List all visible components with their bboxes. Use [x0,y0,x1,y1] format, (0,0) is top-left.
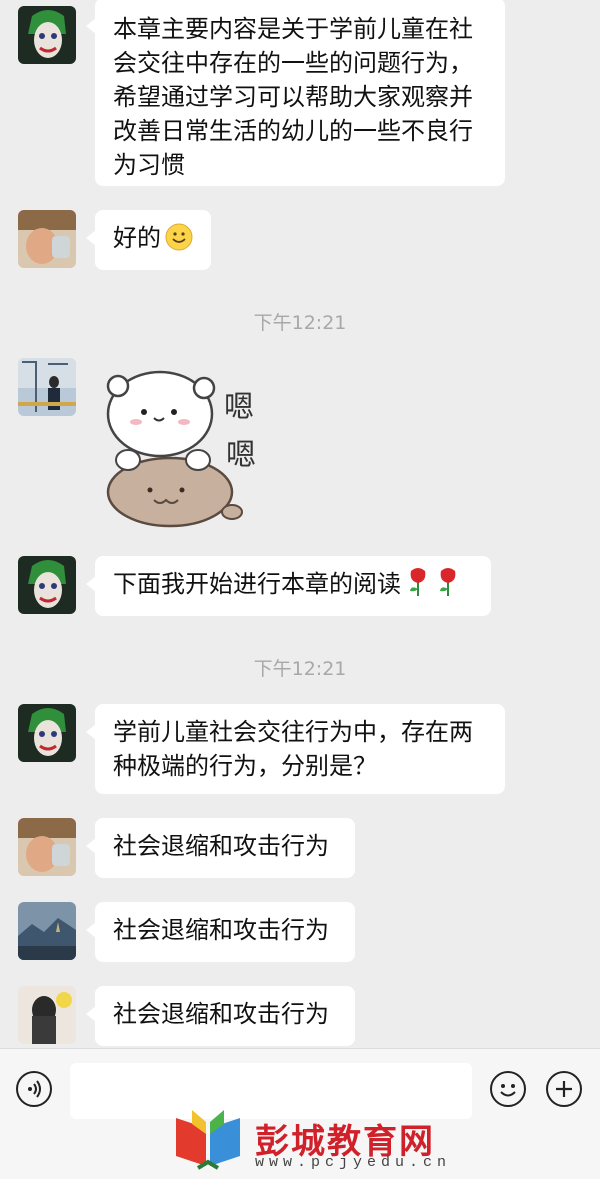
book-logo-icon [176,1110,240,1170]
sticker-text: 嗯 [224,390,254,425]
avatar[interactable] [18,704,76,762]
sticker[interactable]: 嗯 嗯 [100,360,270,532]
avatar[interactable] [18,902,76,960]
watermark-url: www.pcjyedu.cn [255,1154,452,1171]
message-text: 社会退缩和攻击行为 [113,916,329,944]
message-bubble[interactable]: 学前儿童社会交往行为中，存在两种极端的行为，分别是？ [86,704,505,794]
message-text: 本章主要内容是关于学前儿童在社会交往中存在的一些的问题行为，希望通过学习可以帮助… [113,15,473,179]
message-bubble[interactable]: 本章主要内容是关于学前儿童在社会交往中存在的一些的问题行为，希望通过学习可以帮助… [86,0,505,186]
message-bubble[interactable]: 社会退缩和攻击行为 [86,902,355,962]
avatar[interactable] [18,986,76,1044]
message-bubble[interactable]: 下面我开始进行本章的阅读 [86,556,491,616]
timestamp: 下午12:21 [253,312,347,334]
avatar[interactable] [18,818,76,876]
message-text: 好的 [113,224,161,252]
avatar[interactable] [18,556,76,614]
rose-emoji-icon [435,567,461,606]
timestamp: 下午12:21 [253,658,347,680]
message-text: 社会退缩和攻击行为 [113,1000,329,1028]
message-text: 社会退缩和攻击行为 [113,832,329,860]
avatar[interactable] [18,210,76,268]
avatar[interactable] [18,6,76,64]
message-text: 下面我开始进行本章的阅读 [113,570,401,598]
message-bubble[interactable]: 好的 [86,210,211,270]
smile-emoji-icon [165,223,193,260]
watermark: 彭城教育网 www.pcjyedu.cn [0,1100,600,1178]
message-bubble[interactable]: 社会退缩和攻击行为 [86,986,355,1046]
avatar[interactable] [18,358,76,416]
sticker-text: 嗯 [226,438,256,473]
rose-emoji-icon [405,567,431,606]
message-text: 学前儿童社会交往行为中，存在两种极端的行为，分别是？ [113,718,473,780]
message-bubble[interactable]: 社会退缩和攻击行为 [86,818,355,878]
